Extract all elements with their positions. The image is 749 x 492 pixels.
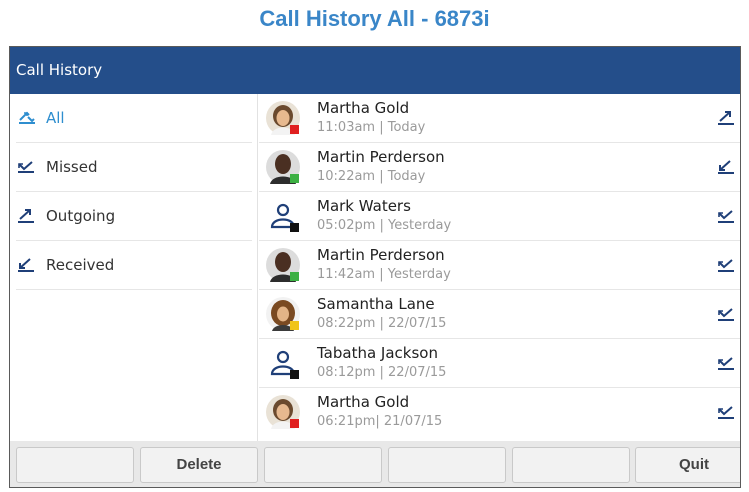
- call-row[interactable]: Mark Waters 05:02pm | Yesterday: [259, 192, 740, 241]
- call-row[interactable]: Tabatha Jackson 08:12pm | 22/07/15: [259, 339, 740, 388]
- screen-header: Call History: [10, 47, 740, 94]
- outgoing-call-icon: [717, 110, 735, 126]
- filter-all[interactable]: All: [16, 94, 252, 143]
- received-call-icon: [16, 257, 38, 273]
- contact-name: Martha Gold: [317, 393, 410, 411]
- received-call-icon: [717, 159, 735, 175]
- call-row[interactable]: Samantha Lane 08:22pm | 22/07/15: [259, 290, 740, 339]
- contact-name: Mark Waters: [317, 197, 411, 215]
- missed-call-icon: [717, 208, 735, 224]
- call-time: 05:02pm | Yesterday: [317, 218, 452, 233]
- missed-call-icon: [16, 159, 38, 175]
- filter-sidebar: All Missed Outgoing Received: [10, 94, 258, 441]
- presence-status: [290, 174, 299, 183]
- filter-missed-label: Missed: [46, 158, 98, 176]
- call-time: 11:03am | Today: [317, 120, 426, 135]
- quit-button[interactable]: Quit: [635, 447, 740, 483]
- contact-name: Martin Perderson: [317, 148, 445, 166]
- missed-call-icon: [717, 306, 735, 322]
- presence-status: [290, 125, 299, 134]
- filter-outgoing-label: Outgoing: [46, 207, 116, 225]
- contact-name: Martin Perderson: [317, 246, 445, 264]
- all-calls-icon: [16, 110, 38, 126]
- call-time: 06:21pm| 21/07/15: [317, 414, 443, 429]
- missed-call-icon: [717, 257, 735, 273]
- delete-button[interactable]: Delete: [140, 447, 258, 483]
- softkey-1[interactable]: [16, 447, 134, 483]
- page-title: Call History All - 6873i: [259, 6, 490, 31]
- missed-call-icon: [717, 404, 735, 420]
- softkey-3[interactable]: [264, 447, 382, 483]
- missed-call-icon: [717, 355, 735, 371]
- presence-status: [290, 419, 299, 428]
- contact-name: Samantha Lane: [317, 295, 435, 313]
- filter-all-label: All: [46, 109, 65, 127]
- presence-status: [290, 370, 299, 379]
- contact-name: Martha Gold: [317, 99, 410, 117]
- call-list: Martha Gold 11:03am | Today Martin Perde…: [259, 94, 740, 441]
- filter-missed[interactable]: Missed: [16, 143, 252, 192]
- call-row[interactable]: Martin Perderson 10:22am | Today: [259, 143, 740, 192]
- call-time: 08:12pm | 22/07/15: [317, 365, 447, 380]
- presence-status: [290, 272, 299, 281]
- contact-name: Tabatha Jackson: [317, 344, 438, 362]
- call-row[interactable]: Martha Gold 06:21pm| 21/07/15: [259, 388, 740, 437]
- call-time: 10:22am | Today: [317, 169, 426, 184]
- outgoing-call-icon: [16, 208, 38, 224]
- softkey-4[interactable]: [388, 447, 506, 483]
- call-time: 08:22pm | 22/07/15: [317, 316, 447, 331]
- call-time: 11:42am | Yesterday: [317, 267, 451, 282]
- phone-screen: Call History All Missed Outgoing Receive…: [9, 46, 741, 488]
- filter-outgoing[interactable]: Outgoing: [16, 192, 252, 241]
- call-row[interactable]: Martha Gold 11:03am | Today: [259, 94, 740, 143]
- softkey-bar: Delete Quit: [10, 441, 740, 487]
- filter-received-label: Received: [46, 256, 115, 274]
- presence-status: [290, 223, 299, 232]
- call-row[interactable]: Martin Perderson 11:42am | Yesterday: [259, 241, 740, 290]
- softkey-5[interactable]: [512, 447, 630, 483]
- filter-received[interactable]: Received: [16, 241, 252, 290]
- presence-status: [290, 321, 299, 330]
